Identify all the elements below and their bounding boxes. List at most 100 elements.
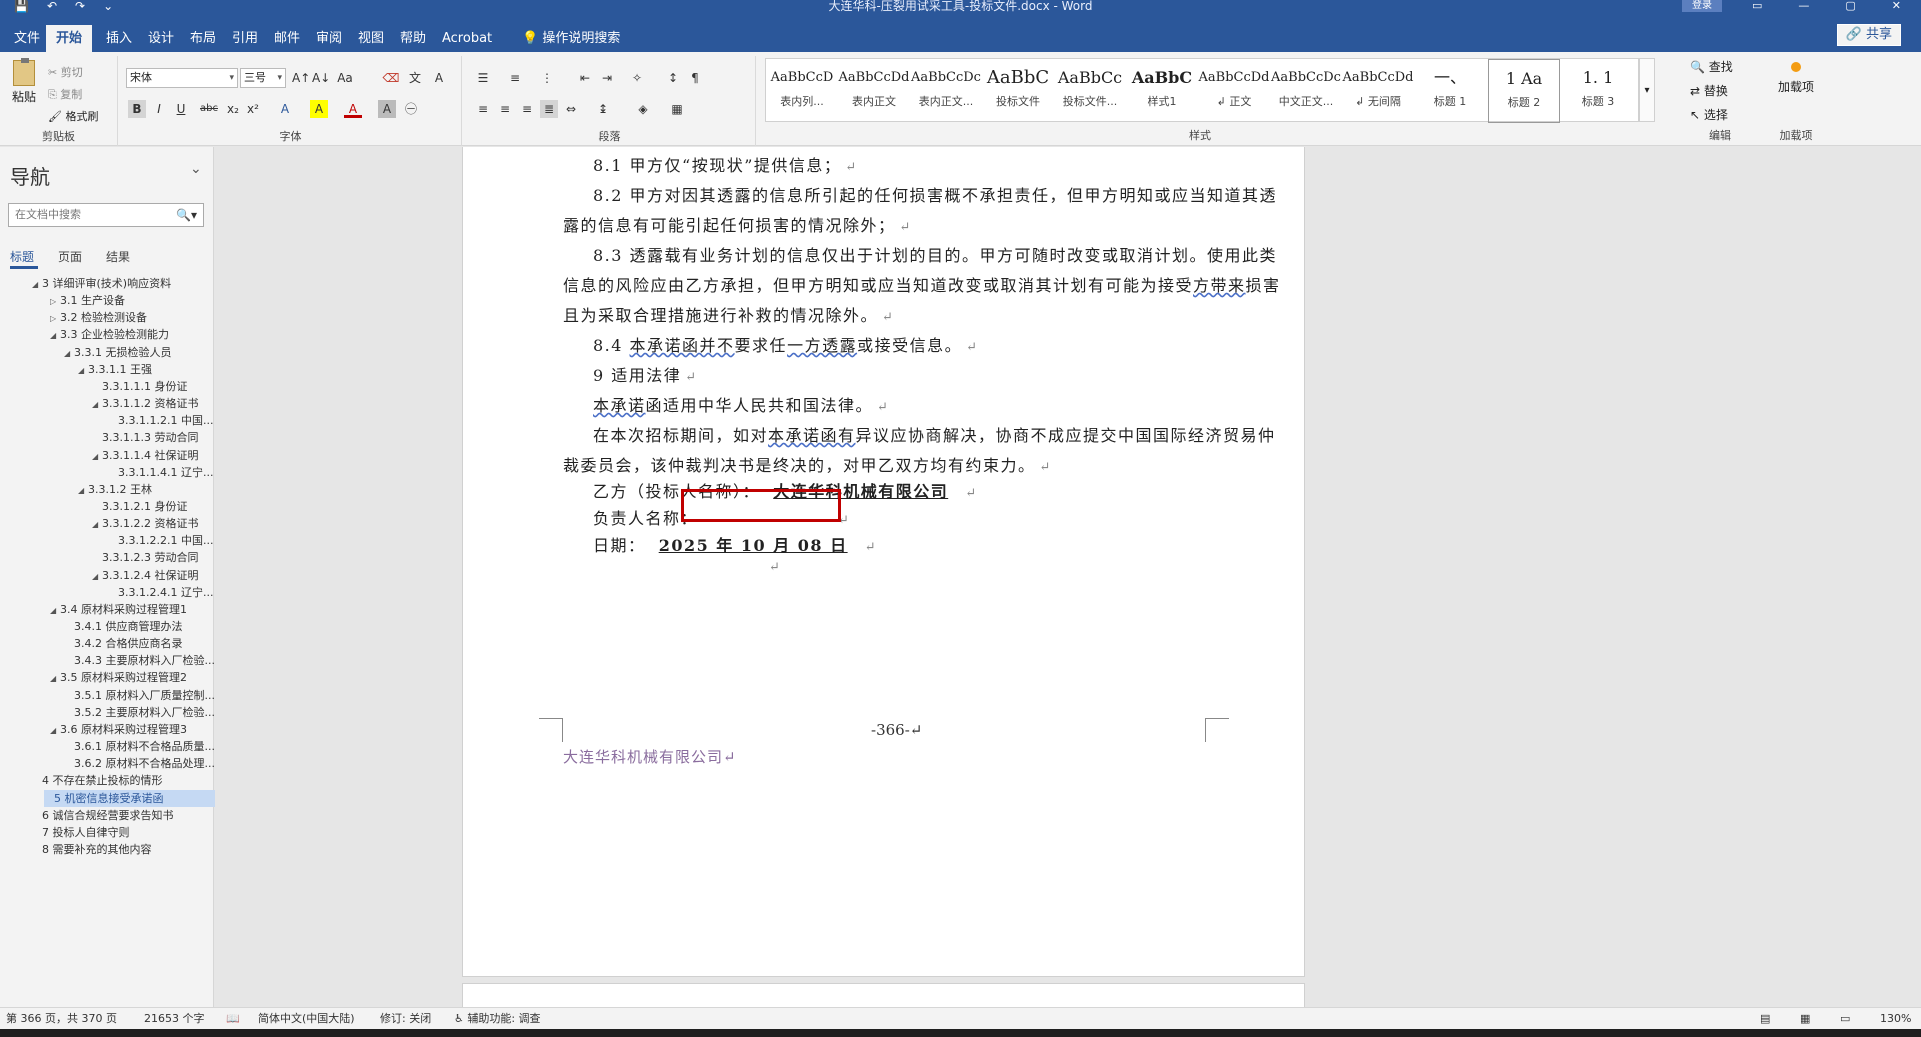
tab-insert[interactable]: 插入 [96,25,142,52]
grammar-flag[interactable]: 本承诺函有 [768,426,856,445]
subscript-button[interactable]: x₂ [224,100,242,118]
style-item[interactable]: AaBbC 样式1 [1126,59,1198,123]
doc-heading-9[interactable]: 9 适用法律 ↵ [593,362,698,386]
collapse-icon[interactable]: ◢ [92,516,102,532]
font-color-button[interactable]: A [344,100,362,118]
style-item[interactable]: AaBbCcDc 表内正文... [910,59,982,123]
expand-icon[interactable]: ▷ [50,293,60,309]
char-border-icon[interactable]: A [430,69,448,87]
nav-heading-item[interactable]: ▷ 3.2 检验检测设备 [50,309,147,326]
print-layout-icon[interactable]: ▦ [1800,1008,1810,1030]
style-item[interactable]: AaBbCcD 表内列... [766,59,838,123]
style-item[interactable]: AaBbCcDd 表内正文 [838,59,910,123]
zoom-level[interactable]: 130% [1880,1008,1911,1030]
align-center-icon[interactable]: ≡ [496,100,514,118]
style-item[interactable]: 一、 标题 1 [1414,59,1486,123]
nav-heading-item[interactable]: 3.4.1 供应商管理办法 [64,618,183,635]
nav-heading-item[interactable]: ◢ 3.3.1.2 王林 [78,481,152,498]
nav-heading-item[interactable]: 3.5.1 原材料入厂质量控制... [64,687,215,704]
nav-heading-item[interactable]: ◢ 3.3.1 无损检验人员 [64,344,172,361]
doc-para-arbitration[interactable]: 在本次招标期间，如对本承诺函有异议应协商解决，协商不成应提交中国国际经济贸易仲 [593,422,1276,446]
nav-heading-item[interactable]: ◢ 3.3.1.1 王强 [78,361,152,378]
nav-heading-item[interactable]: ◢ 3.3 企业检验检测能力 [50,326,169,343]
style-item[interactable]: 1 Aa 标题 2 [1488,59,1560,123]
nav-heading-item[interactable]: ◢ 3.3.1.1.4 社保证明 [92,447,198,464]
doc-para-arbitration-cont[interactable]: 裁委员会，该仲裁判决书是终决的，对甲乙双方均有约束力。 ↵ [563,452,1052,476]
grow-font-icon[interactable]: A↑ [292,69,310,87]
tab-mailings[interactable]: 邮件 [264,25,310,52]
bold-button[interactable]: B [128,100,146,118]
doc-para-8-2-cont[interactable]: 露的信息有可能引起任何损害的情况除外； ↵ [563,212,912,236]
tell-me-search[interactable]: 💡 操作说明搜索 [512,25,630,52]
grammar-flag[interactable]: 本承诺 [593,396,646,415]
page-count[interactable]: 第 366 页，共 370 页 [6,1008,117,1030]
word-count[interactable]: 21653 个字 [144,1008,205,1030]
login-button[interactable]: 登录 [1682,0,1722,12]
distributed-icon[interactable]: ⇔ [562,100,580,118]
copy-button[interactable]: ⎘ 复制 [48,86,82,102]
nav-heading-item[interactable]: ◢ 3.3.1.2.2 资格证书 [92,515,198,532]
collapse-icon[interactable]: ◢ [78,362,88,378]
doc-date-line[interactable]: 日期： 2025 年 10 月 08 日 ↵ [593,532,877,556]
read-mode-icon[interactable]: ▤ [1760,1008,1770,1030]
clear-format-icon[interactable]: ⌫ [382,69,400,87]
nav-heading-item[interactable]: ◢ 3.3.1.1.2 资格证书 [92,395,198,412]
phonetic-guide-icon[interactable]: 文 [406,69,424,87]
tab-references[interactable]: 引用 [222,25,268,52]
doc-empty-para[interactable]: ↵ [765,556,781,575]
grammar-flag[interactable]: 方带来 [1193,276,1246,295]
nav-tab-headings[interactable]: 标题 [10,248,34,265]
nav-heading-item[interactable]: 3.3.1.2.3 劳动合同 [92,549,198,566]
change-case-icon[interactable]: Aa [336,69,354,87]
collapse-icon[interactable]: ◢ [78,482,88,498]
tab-acrobat[interactable]: Acrobat [432,25,502,52]
underline-button[interactable]: U [172,100,190,118]
doc-para-8-3-end[interactable]: 且为采取合理措施进行补救的情况除外。 ↵ [563,302,894,326]
ribbon-display-icon[interactable]: ▭ [1752,0,1762,12]
nav-heading-item[interactable]: 6 诚信合规经营要求告知书 [32,807,174,824]
nav-heading-item[interactable]: 3.3.1.2.4.1 辽宁... [108,584,213,601]
collapse-icon[interactable]: ◢ [50,327,60,343]
find-button[interactable]: 🔍 查找 [1690,58,1733,75]
strikethrough-button[interactable]: abc [196,100,222,118]
language-status[interactable]: 简体中文(中国大陆) [258,1008,355,1030]
select-button[interactable]: ↖ 选择 [1690,106,1728,123]
nav-heading-item[interactable]: 3.3.1.1.4.1 辽宁... [108,464,213,481]
nav-heading-item[interactable]: 3.3.1.1.3 劳动合同 [92,429,198,446]
proofing-icon[interactable]: 📖 [226,1008,240,1030]
addins-button[interactable]: 加载项 [1775,58,1817,95]
doc-para-8-1[interactable]: 8.1 甲方仅“按现状”提供信息； ↵ [593,152,858,176]
share-button[interactable]: 🔗 共享 [1836,24,1901,46]
tab-file[interactable]: 文件 [4,25,50,52]
nav-heading-item[interactable]: 3.3.1.2.1 身份证 [92,498,187,515]
nav-heading-item[interactable]: 7 投标人自律守则 [32,824,130,841]
nav-heading-item[interactable]: ▷ 3.1 生产设备 [50,292,125,309]
shrink-font-icon[interactable]: A↓ [312,69,330,87]
doc-para-8-3-cont[interactable]: 信息的风险应由乙方承担，但甲方明知或应当知道改变或取消其计划有可能为接受方带来损… [563,272,1281,296]
style-item[interactable]: AaBbC 投标文件 [982,59,1054,123]
maximize-icon[interactable]: ▢ [1845,0,1855,12]
tab-help[interactable]: 帮助 [390,25,436,52]
nav-heading-item[interactable]: 8 需要补充的其他内容 [32,841,152,858]
search-icon[interactable]: 🔍▾ [176,204,197,226]
style-item[interactable]: AaBbCcDc 中文正文... [1270,59,1342,123]
font-size-select[interactable]: 三号 ▾ [240,68,286,88]
nav-heading-item[interactable]: 3.5.2 主要原材料入厂检验... [64,704,215,721]
track-changes-status[interactable]: 修订: 关闭 [380,1008,431,1030]
paste-button[interactable]: 粘贴 [8,58,40,105]
tab-design[interactable]: 设计 [138,25,184,52]
nav-search-input[interactable]: 在文档中搜索 🔍▾ [8,203,204,227]
numbering-icon[interactable]: ≡ [506,69,524,87]
collapse-icon[interactable]: ◢ [50,722,60,738]
nav-heading-item[interactable]: ◢ 3.5 原材料采购过程管理2 [50,669,187,686]
collapse-icon[interactable]: ◢ [64,345,74,361]
accessibility-status[interactable]: ♿ 辅助功能: 调查 [454,1008,541,1030]
format-painter-button[interactable]: 🖌 格式刷 [48,108,98,124]
borders-icon[interactable]: ▦ [668,100,686,118]
nav-heading-item[interactable]: 3.3.1.2.2.1 中国... [108,532,213,549]
nav-heading-item[interactable]: ◢ 3.6 原材料采购过程管理3 [50,721,187,738]
bullets-icon[interactable]: ☰ [474,69,492,87]
tab-home[interactable]: 开始 [46,25,93,52]
grammar-flag[interactable]: 本承诺函并不 [630,336,735,355]
shading-icon[interactable]: ◈ [634,100,652,118]
